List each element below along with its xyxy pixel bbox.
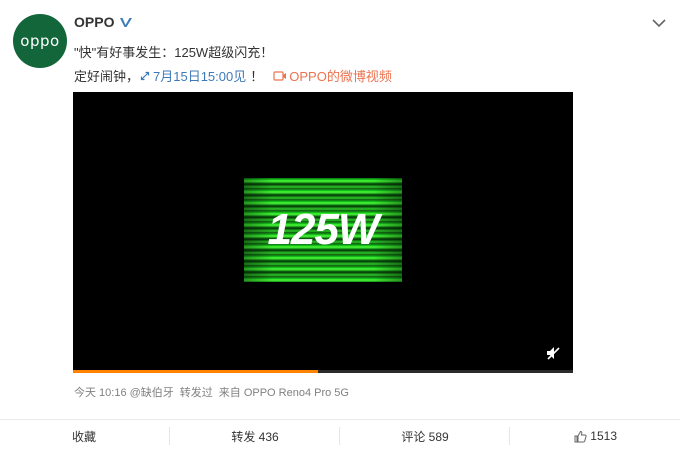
chevron-down-icon[interactable] [651,18,667,28]
like-count: 1513 [590,429,617,443]
video-link[interactable]: OPPO的微博视频 [273,66,392,85]
video-icon [273,70,287,81]
comment-label-count: 评论 589 [401,429,449,444]
like-button[interactable]: 1513 [510,420,680,452]
video-progress-fill [73,370,318,373]
video-overlay-text: 125W [267,205,380,254]
event-link-label: 7月15日15:00见 [153,69,247,84]
verified-badge-icon [120,18,133,27]
event-link[interactable]: 7月15日15:00见 [139,66,246,85]
video-player[interactable]: 125W [73,92,573,373]
repost-label-count: 转发 436 [231,429,279,444]
post-text-line2: 定好闹钟， 7月15日15:00见 ！ OPPO的微博视频 [74,66,392,85]
avatar[interactable]: oppo [13,14,67,68]
video-link-label: OPPO的微博视频 [289,69,392,84]
post-text-line1: "快"有好事发生：125W超级闪充！ [74,45,274,60]
clock-icon [140,71,150,80]
forwarder-link[interactable]: @缺伯牙 [130,384,174,400]
repost-button[interactable]: 转发 436 [170,420,340,452]
author-row: OPPO [74,14,133,30]
mute-icon[interactable] [545,345,561,361]
comment-button[interactable]: 评论 589 [340,420,510,452]
author-name[interactable]: OPPO [74,14,114,30]
action-bar: 收藏 转发 436 评论 589 1513 [0,420,680,452]
post-text-prefix: 定好闹钟， [74,69,140,84]
favorite-label: 收藏 [72,429,97,444]
favorite-button[interactable]: 收藏 [0,420,170,452]
post-meta: 今天 10:16 @缺伯牙 转发过 来自 OPPO Reno4 Pro 5G [74,384,349,400]
avatar-text: oppo [20,32,60,50]
post-time[interactable]: 今天 10:16 [74,384,127,400]
thumbs-up-icon [574,430,587,442]
repost-label: 转发过 [179,387,213,399]
exclamation: ！ [250,69,264,84]
video-progress-bar[interactable] [73,370,573,373]
post-source: 来自 OPPO Reno4 Pro 5G [218,387,349,399]
